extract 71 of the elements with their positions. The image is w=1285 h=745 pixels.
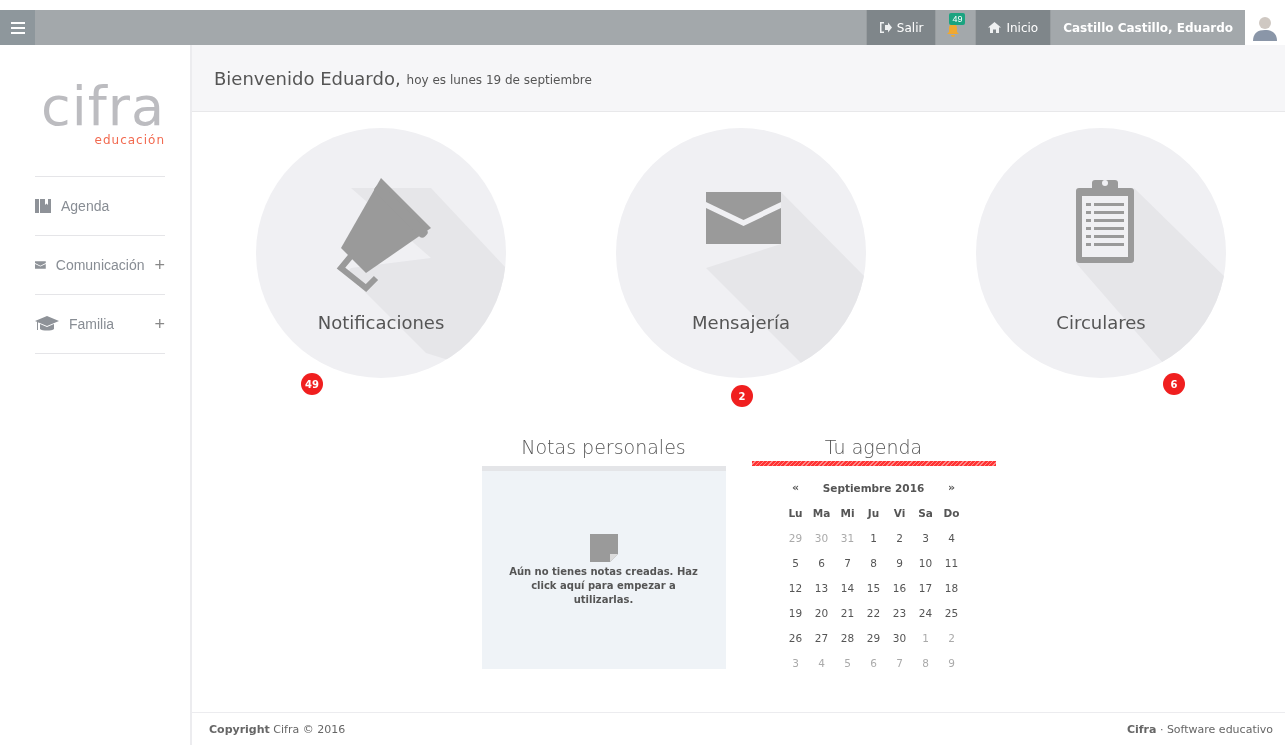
calendar-day[interactable]: 6 — [808, 550, 835, 575]
calendar-day[interactable]: 9 — [886, 550, 913, 575]
calendar-day[interactable]: 4 — [938, 525, 965, 550]
calendar-day[interactable]: 28 — [834, 625, 861, 650]
user-avatar[interactable] — [1245, 10, 1285, 45]
calendar-day[interactable]: 12 — [782, 575, 809, 600]
calendar-day[interactable]: 17 — [912, 575, 939, 600]
count-badge: 49 — [301, 373, 323, 395]
calendar-day[interactable]: 3 — [912, 525, 939, 550]
clipboard-icon — [1076, 180, 1134, 263]
footer-tagline: Cifra · Software educativo — [1126, 723, 1273, 738]
welcome-heading: Bienvenido Eduardo, — [214, 67, 401, 89]
book-icon — [35, 199, 51, 213]
date-text: hoy es lunes 19 de septiembre — [406, 73, 592, 87]
megaphone-icon — [336, 178, 431, 292]
weekday-header: Vi — [892, 505, 907, 521]
logout-link[interactable]: Salir — [865, 10, 936, 45]
weekday-header: Ma — [811, 505, 832, 521]
logout-icon — [878, 22, 892, 33]
menu-button[interactable] — [0, 10, 35, 45]
calendar-day[interactable]: 18 — [938, 575, 965, 600]
count-badge: 6 — [1163, 373, 1185, 395]
logo: cifra educación — [40, 75, 165, 146]
calendar-day[interactable]: 25 — [938, 600, 965, 625]
envelope-icon — [706, 192, 781, 244]
previous-month-button[interactable]: « — [787, 481, 804, 494]
calendar-day[interactable]: 10 — [912, 550, 939, 575]
module-tile[interactable]: Circulares — [976, 128, 1226, 378]
bell-icon — [946, 23, 961, 37]
weekday-header: Sa — [917, 505, 934, 521]
home-link[interactable]: Inicio — [975, 10, 1051, 45]
calendar-day[interactable]: 24 — [912, 600, 939, 625]
calendar-day[interactable]: 13 — [808, 575, 835, 600]
weekday-header: Ju — [866, 505, 881, 521]
calendar-day[interactable]: 5 — [782, 550, 809, 575]
calendar-day[interactable]: 30 — [886, 625, 913, 650]
sidebar-item[interactable]: Familia + — [35, 294, 165, 354]
calendar-day[interactable]: 27 — [808, 625, 835, 650]
calendar-day[interactable]: 29 — [860, 625, 887, 650]
count-badge: 2 — [731, 385, 753, 407]
calendar-day[interactable]: 23 — [886, 600, 913, 625]
notification-count-badge: 49 — [949, 13, 966, 25]
calendar-day[interactable]: 8 — [860, 550, 887, 575]
calendar-day[interactable]: 1 — [860, 525, 887, 550]
calendar-day[interactable]: 19 — [782, 600, 809, 625]
weekday-header: Lu — [787, 505, 804, 521]
calendar-day[interactable]: 14 — [834, 575, 861, 600]
notes-panel[interactable]: Aún no tienes notas creadas. Haz click aquí para empezar a utilizarlas. — [481, 471, 726, 669]
copyright-text: Copyright Cifra © 2016 — [209, 723, 346, 738]
calendar-day[interactable]: 26 — [782, 625, 809, 650]
calendar-day[interactable]: 2 — [886, 525, 913, 550]
envelope-icon — [35, 259, 46, 271]
module-tile[interactable]: Mensajería — [616, 128, 866, 378]
calendar-day[interactable]: 11 — [938, 550, 965, 575]
menu-icon — [10, 21, 25, 34]
calendar-day[interactable]: 20 — [808, 600, 835, 625]
next-month-button[interactable]: » — [943, 481, 960, 494]
note-icon — [588, 533, 619, 563]
empty-notes-message: Aún no tienes notas creadas. Haz click aquí para empezar a utilizarlas. — [508, 565, 699, 607]
graduation-cap-icon — [35, 316, 59, 332]
weekday-header: Mi — [839, 505, 856, 521]
calendar-day[interactable]: 21 — [834, 600, 861, 625]
sidebar-item[interactable]: Comunicación + — [35, 235, 165, 294]
weekday-header: Do — [942, 505, 961, 521]
month-title: Septiembre 2016 — [821, 480, 926, 496]
module-tile[interactable]: Notificaciones — [256, 128, 506, 378]
calendar-day[interactable]: 7 — [834, 550, 861, 575]
calendar-day[interactable]: 22 — [860, 600, 887, 625]
calendar-day[interactable]: 15 — [860, 575, 887, 600]
home-icon — [988, 22, 1002, 33]
calendar-day[interactable]: 16 — [886, 575, 913, 600]
